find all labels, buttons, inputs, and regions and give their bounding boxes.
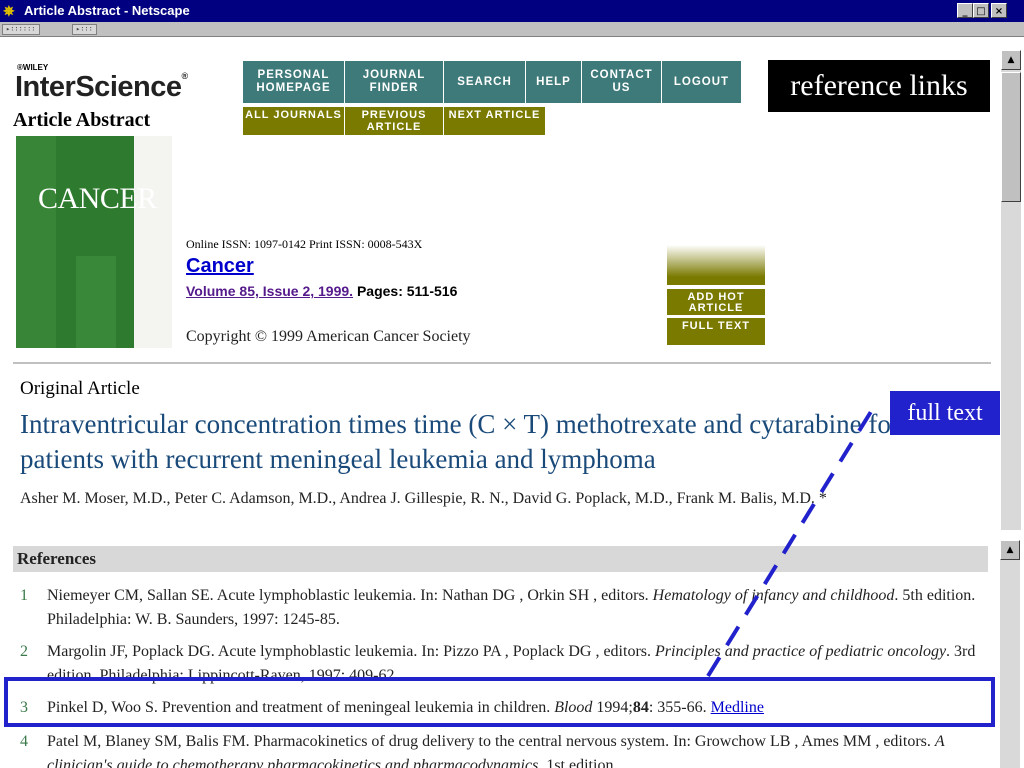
- dashed-arrow: [706, 408, 874, 678]
- arrow-line: [706, 408, 874, 678]
